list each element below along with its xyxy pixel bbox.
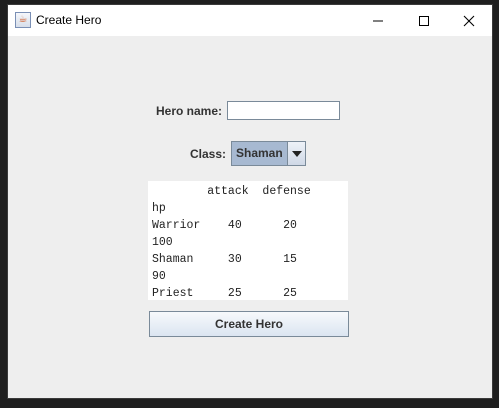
minimize-icon [373, 20, 383, 21]
class-selected-value: Shaman [232, 142, 287, 165]
close-icon [463, 15, 475, 26]
chevron-down-icon [291, 150, 302, 157]
maximize-icon [419, 15, 429, 26]
dropdown-arrow-button[interactable] [287, 142, 305, 165]
class-stats-text-area[interactable]: attack defense hp Warrior 40 20 100 Sham… [148, 181, 348, 300]
hero-name-input[interactable] [227, 101, 340, 120]
maximize-button[interactable] [401, 5, 447, 36]
minimize-button[interactable] [355, 5, 401, 36]
stats-line: hp [152, 202, 166, 215]
stats-line: Shaman 30 15 [152, 253, 297, 266]
class-label: Class: [190, 147, 227, 161]
create-hero-button[interactable]: Create Hero [149, 311, 349, 337]
hero-name-label: Hero name: [156, 104, 223, 118]
stats-line: Warrior 40 20 [152, 219, 297, 232]
stats-line: 100 [152, 236, 173, 249]
create-hero-window: ☕ Create Hero Hero name: Class: Shaman a… [8, 5, 492, 398]
class-dropdown[interactable]: Shaman [231, 141, 306, 166]
stats-line: Priest 25 25 [152, 287, 297, 300]
java-cup-icon: ☕ [15, 12, 31, 28]
stats-line: 90 [152, 270, 166, 283]
stats-line: attack defense [152, 185, 311, 198]
close-button[interactable] [446, 5, 492, 36]
title-bar[interactable]: ☕ Create Hero [8, 5, 492, 36]
window-title: Create Hero [36, 13, 102, 27]
